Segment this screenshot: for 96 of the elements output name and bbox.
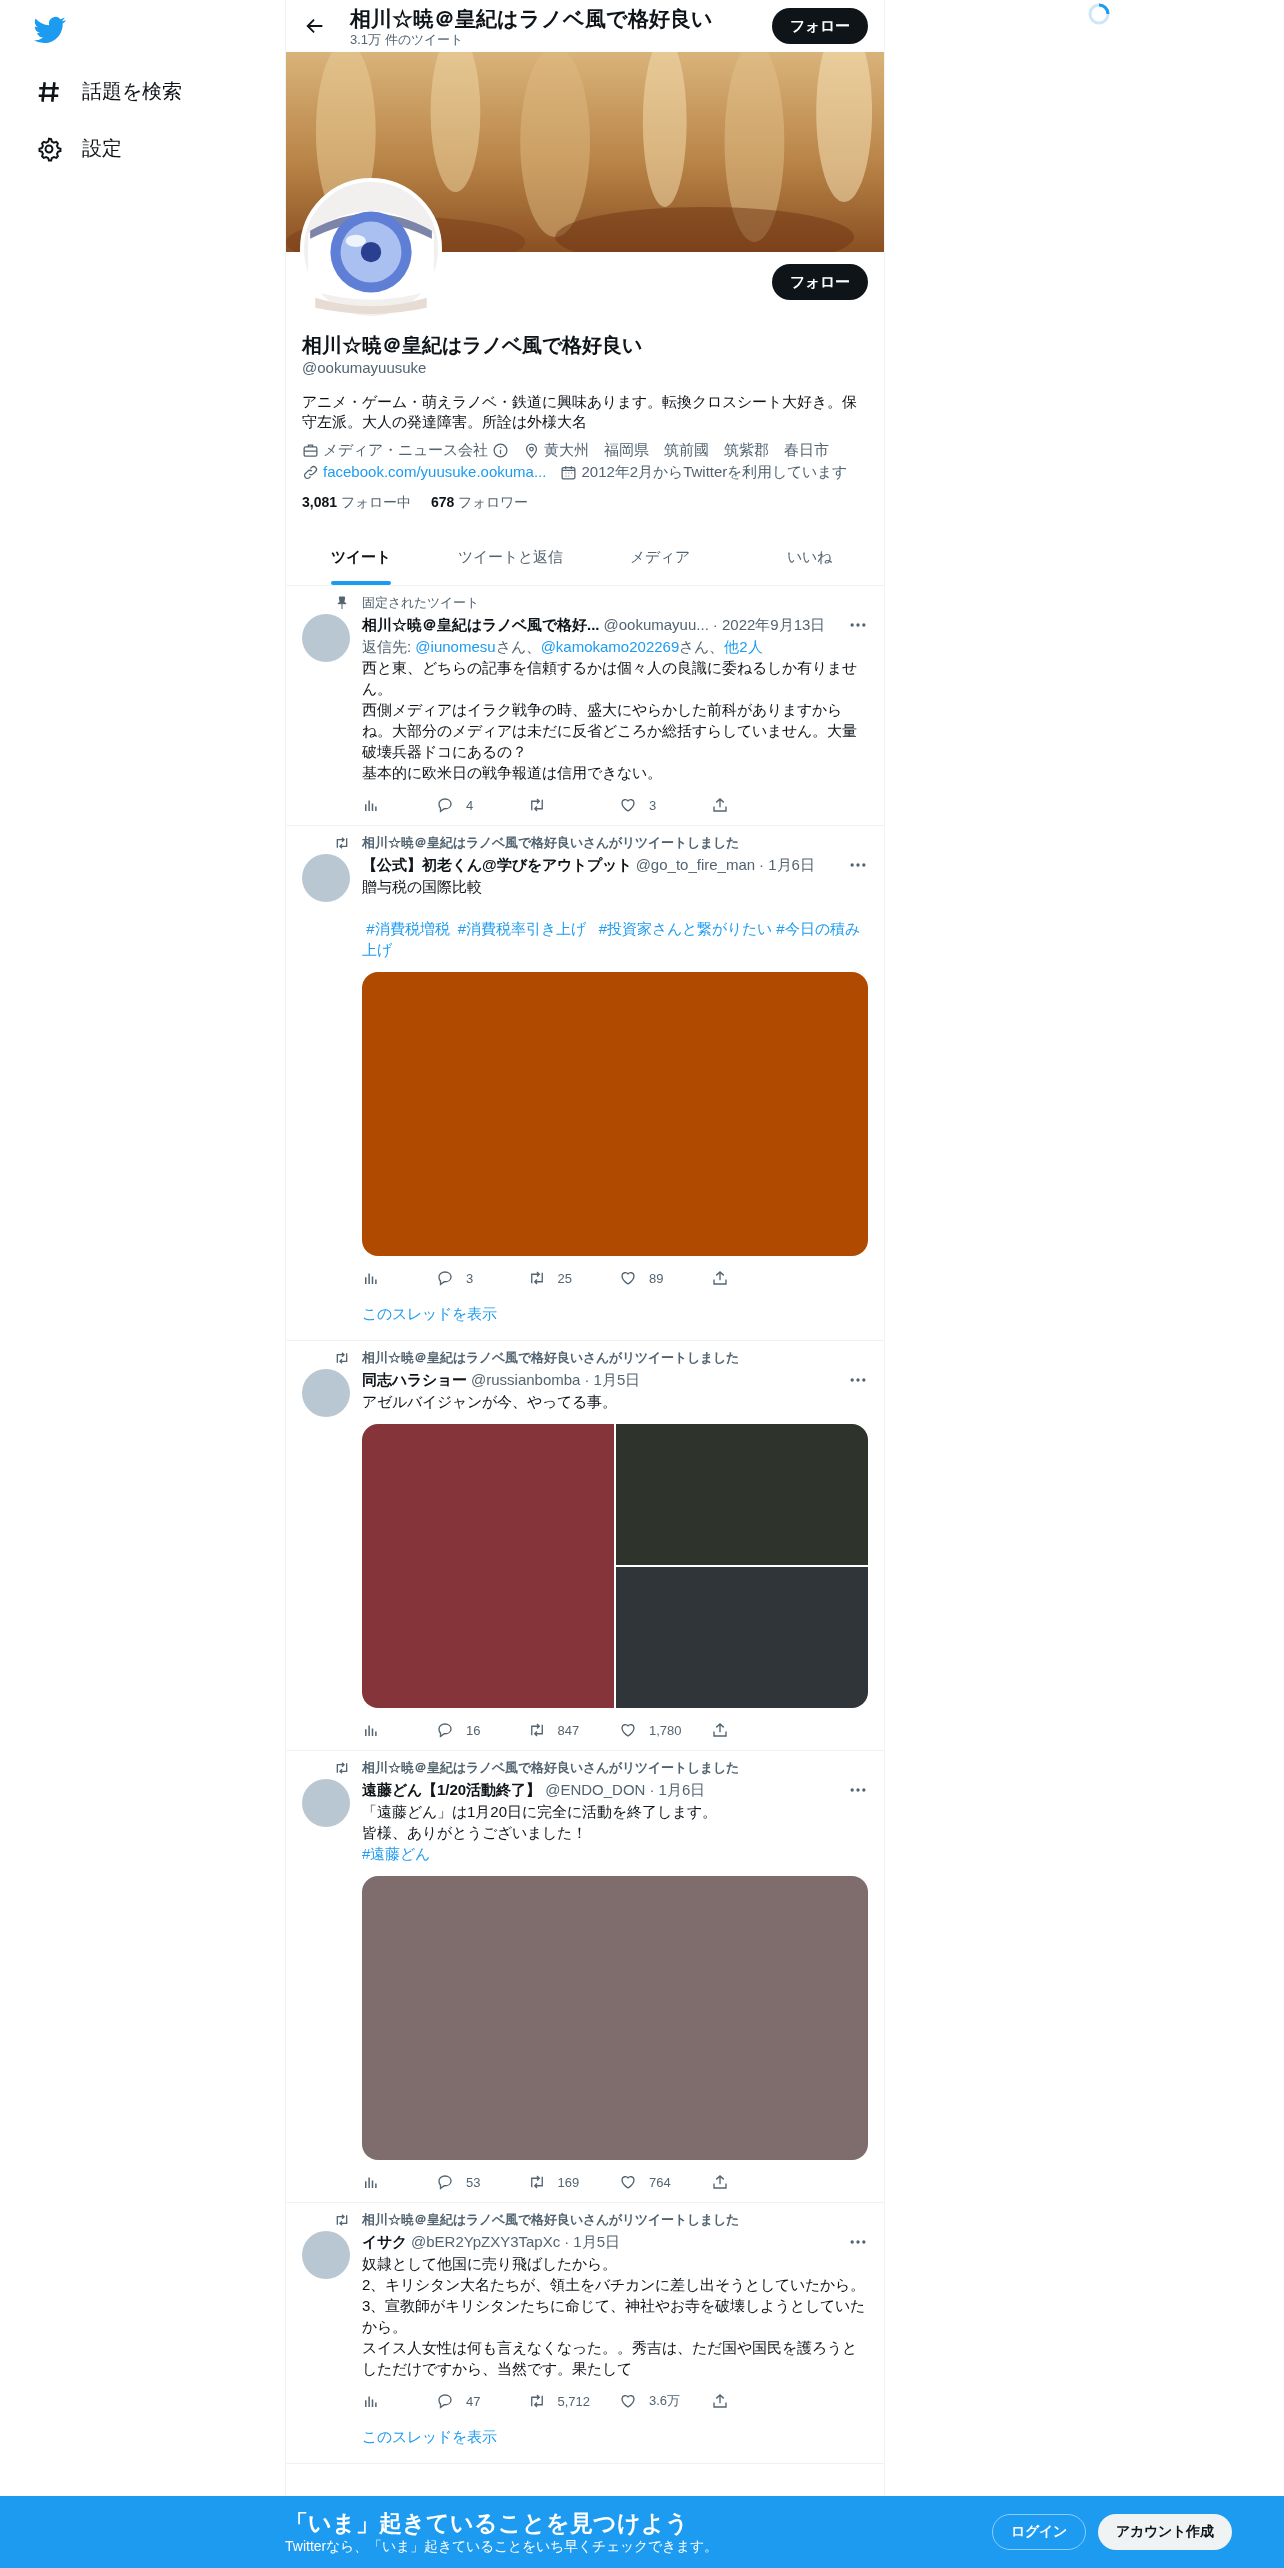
- tweet-text: 贈与税の国際比較: [362, 877, 483, 897]
- retweet-icon: [334, 1760, 350, 1776]
- retweet-count: 169: [557, 2174, 580, 2190]
- like-count: 1,780: [649, 1722, 682, 1738]
- like-count: 3.6万: [649, 2392, 681, 2410]
- reply-count: 53: [466, 2174, 481, 2190]
- pin-icon: [334, 595, 350, 611]
- author-handle[interactable]: @russianbomba: [471, 1369, 581, 1391]
- link-icon: [302, 463, 319, 481]
- signup-button[interactable]: アカウント作成: [1098, 2514, 1232, 2550]
- tweet-date[interactable]: · 1月6日: [649, 1779, 706, 1801]
- location-pin-icon: [523, 441, 540, 459]
- heart-icon[interactable]: [619, 2173, 637, 2191]
- reply-icon[interactable]: [436, 796, 454, 814]
- reply-count: 47: [466, 2393, 481, 2409]
- settings-icon: [36, 135, 62, 162]
- tweet-text: 西側メディアはイラク戦争の時、盛大にやらかした前科がありますからね。大部分のメディアは未だに反省どころか総括すらしていません。大量破壊兵器ドコにあるの？: [362, 700, 858, 762]
- profile-handle: @ookumayuusuke: [302, 358, 428, 378]
- follow-button[interactable]: フォロー: [772, 8, 868, 44]
- follow-stat-link[interactable]: 3,081 フォロー中: [302, 494, 411, 512]
- like-count: 3: [649, 797, 657, 813]
- tweet-context: 相川☆暁＠皇紀はラノベ風で格好良いさんがリツイートしました: [362, 1349, 739, 1367]
- heart-icon[interactable]: [619, 1269, 637, 1287]
- reply-icon[interactable]: [436, 2173, 454, 2191]
- follow-stat-link[interactable]: 678 フォロワー: [430, 494, 529, 512]
- retweet-icon: [334, 1350, 350, 1366]
- tweet-context: 相川☆暁＠皇紀はラノベ風で格好良いさんがリツイートしました: [362, 834, 739, 852]
- tweet-context: 相川☆暁＠皇紀はラノベ風で格好良いさんがリツイートしました: [362, 1759, 739, 1777]
- reply-label: さん、: [679, 638, 725, 655]
- author-name[interactable]: 相川☆暁＠皇紀はラノベ風で格好...: [362, 614, 600, 636]
- reply-label: さん、: [495, 638, 541, 655]
- profile-bio: アニメ・ゲーム・萌えラノベ・鉄道に興味あります。転換クロスシート大好き。保守左派。大人の発達障害。所詮は外様大名: [302, 392, 858, 432]
- join-date: 2012年2月からTwitterを利用しています: [581, 462, 848, 482]
- heart-icon[interactable]: [619, 2392, 637, 2410]
- tweet-text: 奴隷として他国に売り飛ばしたから。: [362, 2254, 618, 2274]
- share-icon[interactable]: [710, 2392, 729, 2410]
- tweet-text: 「遠藤どん」は1月20日に完全に活動を終了します。: [362, 1802, 719, 1822]
- heart-icon[interactable]: [619, 1721, 637, 1739]
- tweet-count: 3.1万 件のツイート: [350, 31, 464, 47]
- tweet-date[interactable]: · 1月5日: [584, 1369, 641, 1391]
- tweet-text: スイス人女性は何も言えなくなった。。秀吉は、ただ国や国民を護ろうとしただけですから、当然です。果たして: [362, 2338, 858, 2379]
- reply-count: 3: [466, 1270, 474, 1286]
- profile-name: 相川☆暁＠皇紀はラノベ風で格好良い: [302, 333, 643, 358]
- reply-icon[interactable]: [436, 1269, 454, 1287]
- like-count: 764: [649, 2174, 671, 2190]
- tweet-text: アゼルバイジャンが今、やってる事。: [362, 1392, 618, 1412]
- retweet-count: 25: [557, 1270, 572, 1286]
- reply-count: 16: [466, 1722, 481, 1738]
- tweet-text: 皆様、ありがとうございました！: [362, 1823, 588, 1843]
- info-icon[interactable]: [492, 441, 509, 459]
- author-name[interactable]: 【公式】初老くん@学びをアウトプット: [362, 854, 632, 876]
- retweet-icon: [334, 835, 350, 851]
- profile-tab[interactable]: ツイート: [286, 532, 436, 585]
- profile-tab[interactable]: ツイートと返信: [435, 532, 585, 585]
- follow-button[interactable]: フォロー: [772, 264, 868, 300]
- reply-count: 4: [466, 797, 474, 813]
- author-name[interactable]: 同志ハラショー: [362, 1369, 467, 1391]
- location-text: 黄大州 福岡県 筑前國 筑紫郡 春日市: [544, 440, 829, 460]
- tweet-date[interactable]: · 1月5日: [564, 2231, 621, 2253]
- tweet-date[interactable]: · 1月6日: [759, 854, 815, 876]
- author-name[interactable]: 遠藤どん【1/20活動終了】: [362, 1779, 542, 1801]
- retweet-count: 847: [557, 1722, 580, 1738]
- share-icon[interactable]: [710, 796, 729, 814]
- profile-tab[interactable]: いいね: [734, 532, 884, 585]
- sidebar-item[interactable]: 設定: [32, 123, 126, 174]
- reply-label: 返信先:: [362, 638, 413, 655]
- calendar-icon: [560, 463, 578, 481]
- author-handle[interactable]: @bER2YpZXY3TapXc: [411, 2231, 561, 2253]
- bird-logo-icon[interactable]: [34, 14, 66, 46]
- share-icon[interactable]: [710, 2173, 729, 2191]
- category-text: メディア・ニュース会社: [323, 440, 488, 460]
- tweet-text: 基本的に欧米日の戦争報道は信用できない。: [362, 763, 663, 783]
- tweet-text: 西と東、どちらの記事を信頼するかは個々人の良識に委ねるしか有りません。: [362, 658, 858, 699]
- retweet-icon: [334, 2212, 350, 2228]
- like-count: 89: [649, 1270, 664, 1286]
- retweet-count: 5,712: [557, 2393, 591, 2409]
- reply-icon[interactable]: [436, 2392, 454, 2410]
- tweet-context: 相川☆暁＠皇紀はラノベ風で格好良いさんがリツイートしました: [362, 2211, 739, 2229]
- author-handle[interactable]: @go_to_fire_man: [635, 854, 756, 876]
- banner-subtitle: Twitterなら、「いま」起きていることをいち早くチェックできます。: [285, 2537, 719, 2555]
- tweet-context: 固定されたツイート: [362, 594, 479, 612]
- author-handle[interactable]: @ookumayuu...: [603, 614, 709, 636]
- heart-icon[interactable]: [619, 796, 637, 814]
- sidebar-item[interactable]: 話題を検索: [32, 66, 186, 117]
- tweet-date[interactable]: · 2022年9月13日: [712, 614, 826, 636]
- tweet-text: 2、キリシタン大名たちが、領土をバチカンに差し出そうとしていたから。: [362, 2275, 867, 2295]
- profile-tab[interactable]: メディア: [585, 532, 735, 585]
- tweet-text: 3、宣教師がキリシタンたちに命じて、神社やお寺を破壊しようとしていたから。: [362, 2296, 867, 2337]
- author-name[interactable]: イサク: [362, 2231, 407, 2253]
- author-handle[interactable]: @ENDO_DON: [545, 1779, 646, 1801]
- share-icon[interactable]: [710, 1721, 729, 1739]
- reply-icon[interactable]: [436, 1721, 454, 1739]
- banner-title: 「いま」起きていることを見つけよう: [285, 2509, 689, 2537]
- profile-title: 相川☆暁＠皇紀はラノベ風で格好良い: [350, 5, 714, 32]
- loading-spinner-icon: [1087, 2, 1111, 26]
- share-icon[interactable]: [710, 1269, 729, 1287]
